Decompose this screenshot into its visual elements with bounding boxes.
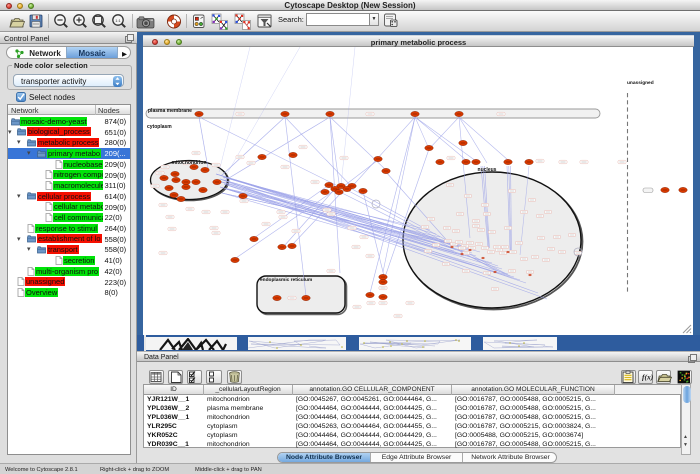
svg-text:f(x): f(x) [642, 373, 654, 382]
svg-text:1:1: 1:1 [115, 18, 121, 23]
